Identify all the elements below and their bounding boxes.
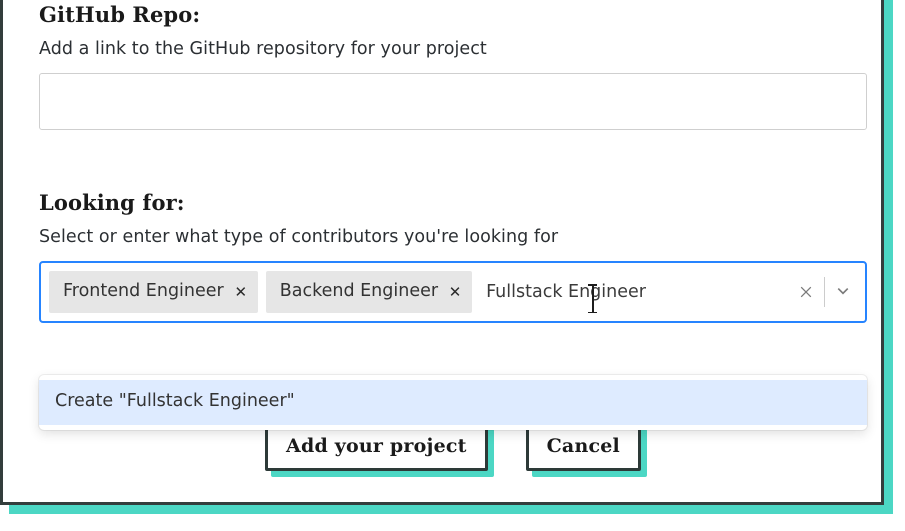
menu-option-create[interactable]: Create "Fullstack Engineer" <box>39 380 867 425</box>
chevron-down-icon[interactable] <box>825 264 861 320</box>
select-input-value: Fullstack Engineer <box>486 282 646 302</box>
looking-for-help-text: Select or enter what type of contributor… <box>39 227 867 249</box>
select-indicators <box>788 264 861 320</box>
add-project-dialog: GitHub Repo: Add a link to the GitHub re… <box>0 0 884 505</box>
dialog-actions: Add your project Cancel <box>39 423 867 471</box>
chip-label: Frontend Engineer <box>63 283 224 301</box>
chip-label: Backend Engineer <box>280 283 438 301</box>
selected-chip[interactable]: Backend Engineer ✕ <box>266 271 472 313</box>
add-your-project-button[interactable]: Add your project <box>265 423 488 471</box>
chip-remove-icon[interactable]: ✕ <box>438 271 472 313</box>
github-repo-input[interactable] <box>39 73 867 130</box>
github-repo-label: GitHub Repo: <box>39 3 867 26</box>
dialog-body: GitHub Repo: Add a link to the GitHub re… <box>3 0 881 502</box>
select-typed-text[interactable]: Fullstack Engineer <box>480 282 646 302</box>
github-repo-field-group: GitHub Repo: Add a link to the GitHub re… <box>39 3 867 130</box>
chip-remove-icon[interactable]: ✕ <box>224 271 258 313</box>
looking-for-field-group: Looking for: Select or enter what type o… <box>39 191 867 323</box>
github-repo-help-text: Add a link to the GitHub repository for … <box>39 39 867 61</box>
cancel-button[interactable]: Cancel <box>526 423 641 471</box>
looking-for-select[interactable]: Frontend Engineer ✕ Backend Engineer ✕ F… <box>39 261 867 323</box>
looking-for-label: Looking for: <box>39 191 867 214</box>
clear-icon[interactable] <box>788 264 824 320</box>
selected-chip[interactable]: Frontend Engineer ✕ <box>49 271 258 313</box>
selected-values: Frontend Engineer ✕ Backend Engineer ✕ F… <box>49 271 788 313</box>
looking-for-dropdown-menu: Create "Fullstack Engineer" <box>39 375 867 430</box>
